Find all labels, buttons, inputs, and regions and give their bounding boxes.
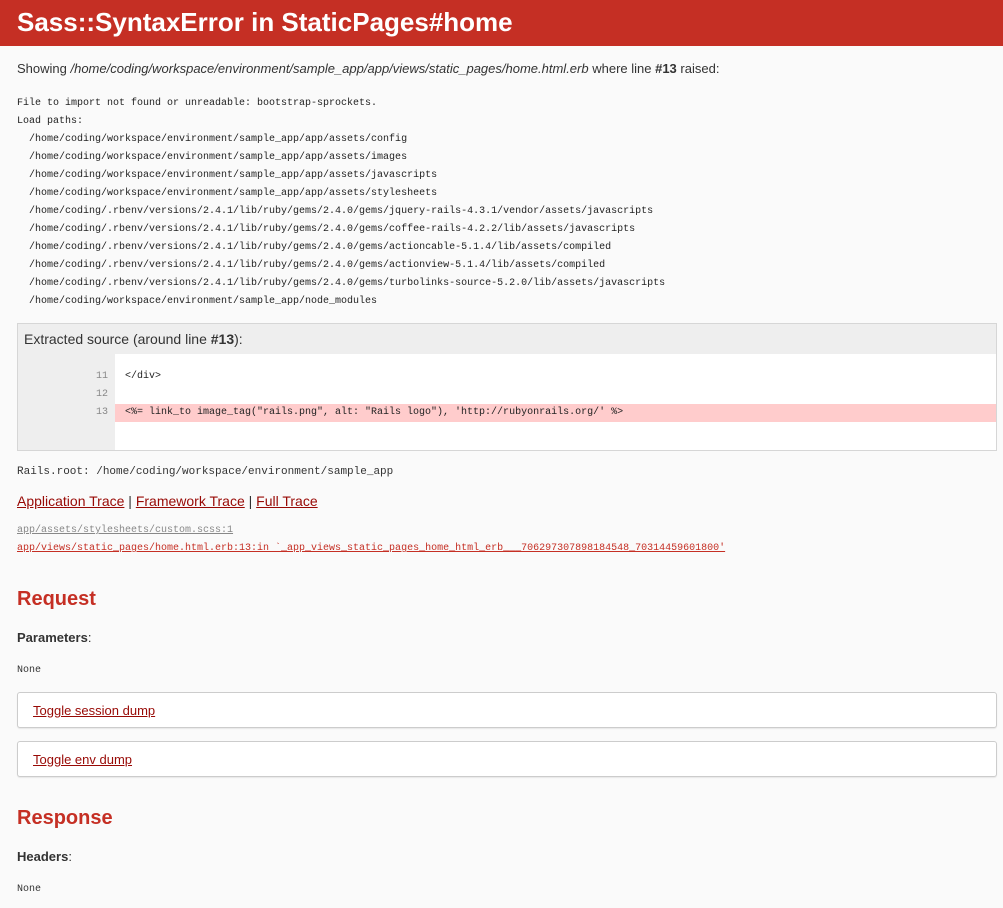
code-lines: </div> <%= link_to image_tag("rails.png"…: [115, 354, 996, 450]
trace-line[interactable]: app/assets/stylesheets/custom.scss:1: [17, 522, 986, 540]
headers-colon: :: [68, 849, 72, 864]
rails-root: Rails.root: /home/coding/workspace/envir…: [17, 466, 394, 478]
toggle-env-dump-link[interactable]: Toggle env dump: [33, 752, 132, 767]
page-title: Sass::SyntaxError in StaticPages#home: [17, 7, 513, 37]
trace-tabs: Application Trace | Framework Trace | Fu…: [17, 493, 986, 509]
extracted-source: Extracted source (around line #13): 11 1…: [17, 323, 997, 451]
parameters-value: None: [17, 665, 42, 676]
headers-label: Headers:: [17, 849, 986, 864]
response-heading: Response: [17, 807, 113, 829]
framework-trace-link[interactable]: Framework Trace: [136, 493, 245, 509]
line-numbers: 11 12 13: [18, 354, 115, 450]
error-header: Sass::SyntaxError in StaticPages#home: [0, 0, 1003, 46]
line-number-13: 13: [95, 407, 108, 418]
request-heading: Request: [17, 588, 96, 610]
trace-separator: |: [244, 493, 257, 509]
source-title-suffix: ):: [234, 331, 243, 347]
showing-middle: where line: [588, 61, 656, 76]
template-path: /home/coding/workspace/environment/sampl…: [70, 61, 589, 76]
main-content: Showing /home/coding/workspace/environme…: [0, 61, 1003, 895]
line-number-11: 11: [95, 371, 108, 382]
code-line-13-highlighted: <%= link_to image_tag("rails.png", alt: …: [115, 404, 996, 422]
extracted-source-title: Extracted source (around line #13):: [18, 324, 996, 354]
line-number-12: 12: [95, 389, 108, 400]
showing-prefix: Showing: [17, 61, 71, 76]
source-body: 11 12 13 </div> <%= link_to image_tag("r…: [18, 354, 996, 450]
full-trace-link[interactable]: Full Trace: [256, 493, 317, 509]
session-dump-box: Toggle session dump: [17, 692, 997, 728]
source-title-line: #13: [210, 331, 235, 347]
code-line-11: </div>: [125, 371, 162, 382]
application-trace-link[interactable]: Application Trace: [17, 493, 124, 509]
parameters-colon: :: [87, 630, 92, 645]
showing-suffix: raised:: [676, 61, 720, 76]
trace-separator: |: [124, 493, 136, 509]
showing-line: Showing /home/coding/workspace/environme…: [17, 61, 986, 77]
source-title-prefix: Extracted source (around line: [24, 331, 211, 347]
parameters-label-text: Parameters: [17, 630, 88, 645]
env-dump-box: Toggle env dump: [17, 741, 997, 777]
line-number: #13: [655, 61, 677, 76]
toggle-session-dump-link[interactable]: Toggle session dump: [33, 703, 155, 718]
error-message: File to import not found or unreadable: …: [17, 98, 666, 307]
trace-line[interactable]: app/views/static_pages/home.html.erb:13:…: [17, 540, 986, 558]
parameters-label: Parameters:: [17, 630, 986, 645]
headers-value: None: [17, 884, 42, 895]
headers-label-text: Headers: [17, 849, 69, 864]
trace-lines: app/assets/stylesheets/custom.scss:1 app…: [17, 522, 986, 558]
